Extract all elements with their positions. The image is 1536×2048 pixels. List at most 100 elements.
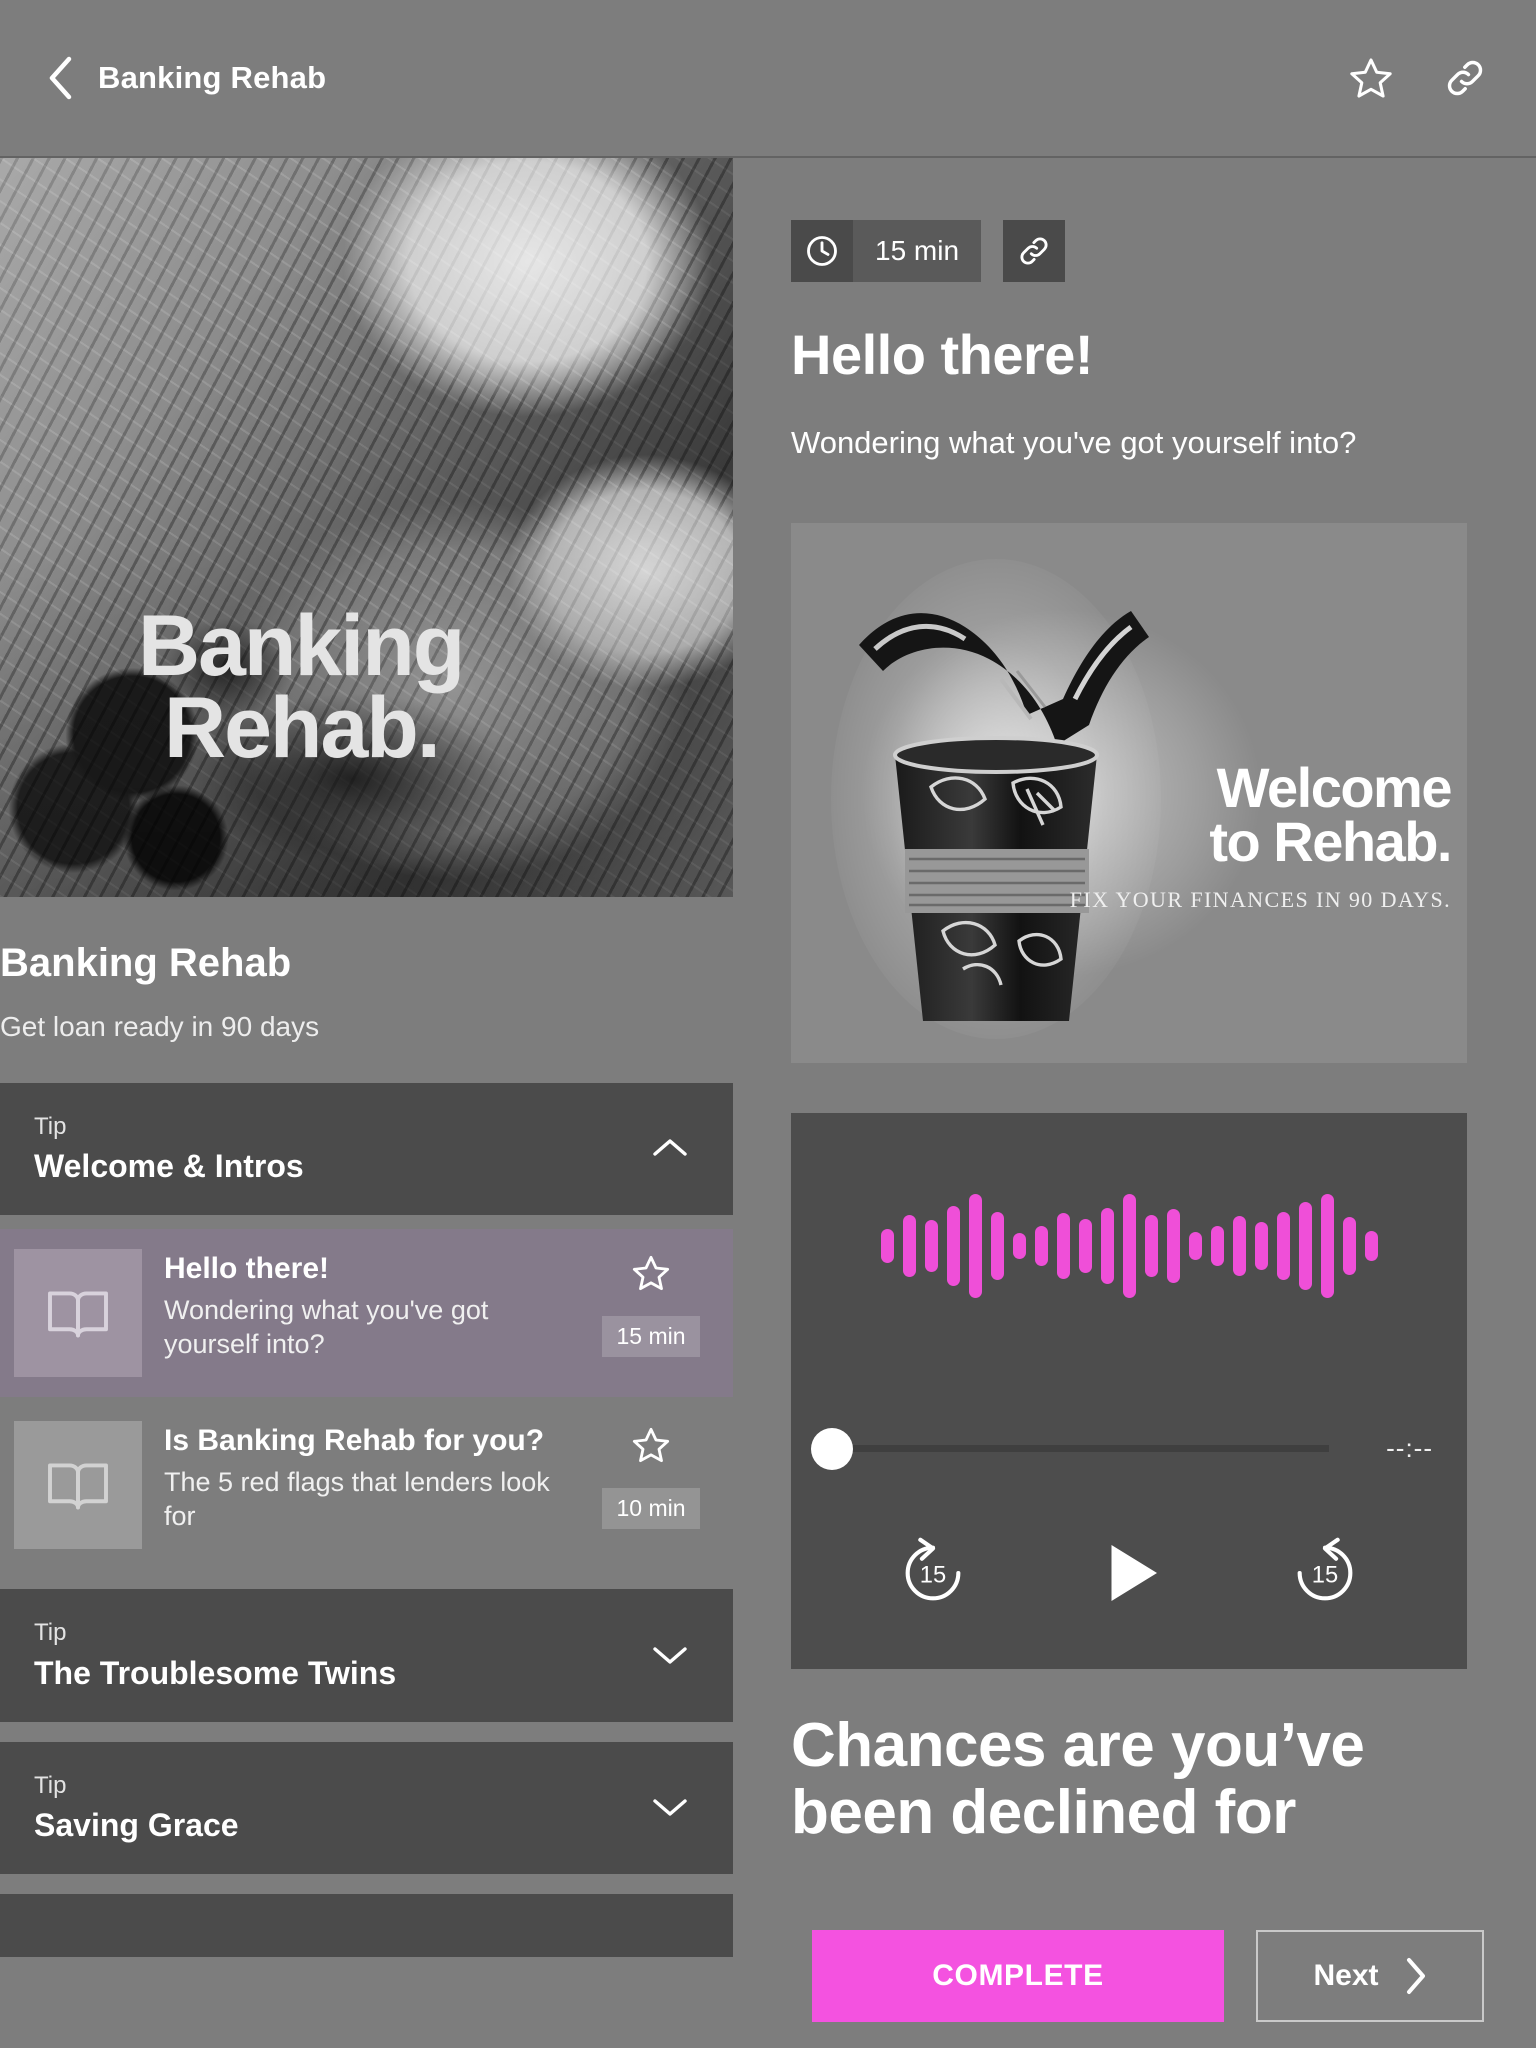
section-kicker: Tip (34, 1771, 67, 1799)
section-kicker: Tip (34, 1619, 67, 1647)
section-toggle[interactable] (647, 1784, 693, 1830)
audio-time-display: --:-- (1386, 1433, 1433, 1463)
lesson-subtitle: Wondering what you've got yourself into? (164, 1294, 489, 1360)
waveform-bar (1122, 1194, 1136, 1298)
waveform-bar (968, 1194, 982, 1298)
hero-title: Welcome to Rehab. (1070, 756, 1453, 873)
section-toggle[interactable] (647, 1632, 693, 1678)
chevron-left-icon (49, 56, 72, 100)
course-subtitle: Get loan ready in 90 days (0, 1011, 320, 1042)
course-title: Banking Rehab (0, 941, 292, 985)
lesson-lead-text: Wondering what you've got yourself into? (791, 425, 1357, 460)
rewind-15-button[interactable]: 15 (895, 1535, 971, 1611)
waveform-bar (1166, 1209, 1180, 1283)
waveform-bar (1254, 1222, 1268, 1270)
waveform-bar (1276, 1212, 1290, 1280)
waveform-bar (1298, 1202, 1312, 1290)
top-bar: Banking Rehab (0, 0, 1536, 158)
hero-title-line1: Welcome (1216, 756, 1453, 819)
course-sidebar: Banking Rehab. Banking Rehab Get loan re… (0, 158, 733, 2048)
rewind-15-icon: 15 (905, 1537, 961, 1601)
audio-scrubber: --:-- (811, 1427, 1433, 1470)
section-title: The Troublesome Twins (34, 1654, 397, 1691)
complete-button[interactable]: COMPLETE (812, 1930, 1224, 2022)
section-header-text: Tip Welcome & Intros (34, 1111, 647, 1185)
star-outline-icon (632, 1428, 670, 1463)
waveform-bar (1320, 1194, 1334, 1298)
forward-15-icon: 15 (1297, 1537, 1353, 1601)
duration-chip: 15 min (791, 220, 982, 282)
waveform-bar (946, 1206, 960, 1286)
section-header-the-troublesome-twins[interactable]: Tip The Troublesome Twins (0, 1589, 733, 1722)
detail-share-button[interactable] (1003, 220, 1066, 282)
lesson-favorite-button[interactable] (631, 1253, 671, 1298)
next-button[interactable]: Next (1256, 1930, 1484, 2022)
audio-progress-handle[interactable] (811, 1427, 853, 1470)
svg-text:15: 15 (920, 1562, 946, 1589)
lesson-detail-pane: 15 min Hello there! Wondering what you'v… (733, 158, 1536, 2048)
lesson-thumbnail (14, 1249, 142, 1378)
star-outline-icon (1350, 58, 1392, 98)
top-bar-actions (1344, 51, 1492, 105)
section-header-next-partial[interactable] (0, 1894, 733, 1958)
section-header-text: Tip The Troublesome Twins (34, 1617, 647, 1691)
section-title: Welcome & Intros (34, 1148, 304, 1185)
lesson-duration-badge: 10 min (602, 1488, 700, 1530)
waveform-bar (1056, 1213, 1070, 1279)
waveform-bar (1210, 1226, 1224, 1266)
chevron-right-icon (1406, 1958, 1425, 1994)
section-header-text: Tip Saving Grace (34, 1770, 647, 1844)
waveform-bar (1232, 1216, 1246, 1276)
waveform-bar (1342, 1217, 1356, 1275)
next-button-label: Next (1313, 1959, 1379, 1992)
chevron-up-icon (653, 1139, 687, 1156)
forward-15-button[interactable]: 15 (1287, 1535, 1363, 1611)
open-book-icon (48, 1291, 108, 1338)
section-title: Saving Grace (34, 1807, 239, 1844)
section-header-welcome-intros[interactable]: Tip Welcome & Intros (0, 1083, 733, 1216)
waveform-bar (1100, 1208, 1114, 1284)
audio-waveform (791, 1181, 1467, 1311)
hero-title-line2: to Rehab. (1209, 809, 1452, 873)
waveform-bar (1078, 1219, 1092, 1273)
link-icon (1447, 60, 1483, 96)
hero-text: Welcome to Rehab. FIX YOUR FINANCES IN 9… (1070, 756, 1453, 913)
favorite-button[interactable] (1344, 51, 1398, 105)
lesson-title: Is Banking Rehab for you? (164, 1424, 545, 1458)
audio-progress-track[interactable] (811, 1427, 1329, 1470)
star-outline-icon (632, 1256, 670, 1291)
waveform-bar (1364, 1231, 1378, 1261)
course-meta: Banking Rehab Get loan ready in 90 days (0, 897, 733, 1083)
play-button[interactable] (1087, 1531, 1171, 1615)
share-link-button[interactable] (1438, 51, 1492, 105)
cover-title-line1: Banking (138, 598, 465, 694)
section-kicker: Tip (34, 1113, 67, 1140)
open-book-icon (48, 1463, 108, 1510)
clock-icon-wrap (791, 220, 853, 282)
lesson-meta: 10 min (597, 1421, 705, 1530)
lesson-meta: 15 min (597, 1249, 705, 1358)
cover-title-line2: Rehab. (164, 679, 441, 776)
lesson-row-is-banking-rehab-for-you[interactable]: Is Banking Rehab for you? The 5 red flag… (0, 1401, 733, 1569)
lesson-row-hello-there[interactable]: Hello there! Wondering what you've got y… (0, 1229, 733, 1398)
section-header-saving-grace[interactable]: Tip Saving Grace (0, 1741, 733, 1875)
lesson-hero-image: Welcome to Rehab. FIX YOUR FINANCES IN 9… (791, 523, 1467, 1063)
lesson-heading: Hello there! (791, 323, 1094, 386)
chevron-down-icon (653, 1646, 687, 1664)
lesson-subtitle: The 5 red flags that lenders look for (164, 1466, 550, 1532)
page-title: Banking Rehab (98, 60, 327, 95)
waveform-bar (902, 1215, 916, 1277)
link-icon (1020, 237, 1048, 265)
lesson-body-heading: Chances are you’ve been declined for (791, 1711, 1365, 1847)
waveform-bar (1144, 1215, 1158, 1277)
audio-controls: 15 15 (791, 1531, 1467, 1615)
duration-chip-label: 15 min (853, 220, 982, 282)
waveform-bar (924, 1220, 938, 1272)
waveform-bar (1034, 1226, 1048, 1266)
course-cover-image: Banking Rehab. (0, 158, 733, 897)
section-header-text (34, 1922, 693, 1927)
section-toggle[interactable] (647, 1125, 693, 1171)
back-button[interactable] (32, 50, 88, 106)
svg-text:15: 15 (1312, 1562, 1338, 1589)
lesson-favorite-button[interactable] (631, 1425, 671, 1470)
